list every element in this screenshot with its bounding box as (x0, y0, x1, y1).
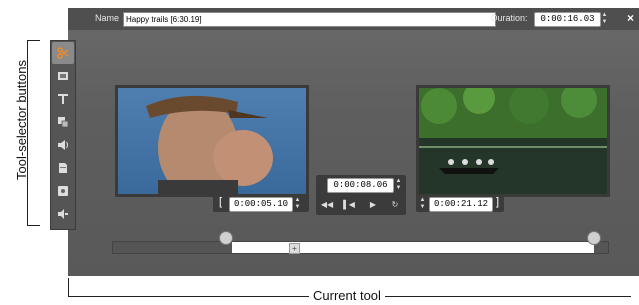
scrubber-plus-icon[interactable]: + (289, 243, 300, 254)
audio-icon (58, 140, 68, 150)
tool-selector-bracket (27, 40, 40, 226)
effects-icon (58, 117, 69, 128)
tool-button-effects[interactable] (52, 111, 74, 133)
trim-out-handle[interactable] (587, 231, 601, 245)
tool-button-audio[interactable] (52, 134, 74, 156)
disc-icon (58, 186, 68, 196)
out-point-preview (416, 85, 610, 197)
in-point-spinner[interactable]: ▲ ▼ (294, 197, 301, 211)
position-timecode[interactable]: 0:00:08.06 (327, 178, 394, 193)
out-point-spinner[interactable]: ▲ ▼ (419, 197, 426, 211)
step-back-icon[interactable]: ▌◀ (342, 199, 356, 211)
in-point-preview (115, 85, 309, 197)
duration-field[interactable]: 0:00:16.03 (534, 12, 601, 27)
text-icon (58, 94, 68, 104)
window-header: Name Happy trails [6:30.19] Duration: 0:… (68, 8, 639, 30)
transport-controls: 0:00:08.06 ▲ ▼ ◀◀ ▌◀ ▶ ↻ (316, 175, 406, 215)
clip-properties-icon (58, 72, 68, 80)
speaker-icon (58, 209, 68, 219)
tool-button-scissors[interactable] (52, 42, 74, 64)
current-tool-annotation: Current tool (309, 288, 385, 303)
clip-name-input[interactable]: Happy trails [6:30.19] (123, 12, 496, 27)
scissors-icon (57, 47, 69, 59)
in-point-timecode[interactable]: 0:00:05.10 (229, 197, 293, 212)
tool-button-speaker[interactable] (52, 203, 74, 225)
in-bracket-icon[interactable]: [ (219, 196, 222, 208)
play-icon[interactable]: ▶ (366, 199, 380, 211)
go-to-start-icon[interactable]: ◀◀ (320, 199, 334, 211)
duration-spinner[interactable]: ▲ ▼ (601, 12, 608, 26)
out-point-controls: ▲ ▼ 0:00:21.12 ] (416, 196, 504, 212)
out-bracket-icon[interactable]: ] (496, 196, 499, 208)
in-point-frame-image (118, 88, 306, 194)
close-icon[interactable]: × (627, 11, 634, 25)
tool-button-clip[interactable] (52, 65, 74, 87)
trim-selection (232, 242, 594, 253)
trim-timeline[interactable]: + (112, 241, 609, 254)
tool-button-text[interactable] (52, 88, 74, 110)
name-label: Name (95, 13, 120, 23)
out-point-timecode[interactable]: 0:00:21.12 (429, 197, 493, 212)
tool-button-file[interactable] (52, 157, 74, 179)
trim-in-handle[interactable] (219, 231, 233, 245)
in-point-controls: [ 0:00:05.10 ▲ ▼ (213, 196, 309, 212)
file-icon (59, 163, 67, 173)
tool-selector-toolbar (50, 40, 76, 230)
out-point-frame-image (419, 88, 607, 194)
position-spinner[interactable]: ▲ ▼ (395, 178, 402, 192)
duration-label: Duration: (491, 13, 528, 23)
loop-icon[interactable]: ↻ (388, 199, 402, 211)
tool-button-disc[interactable] (52, 180, 74, 202)
